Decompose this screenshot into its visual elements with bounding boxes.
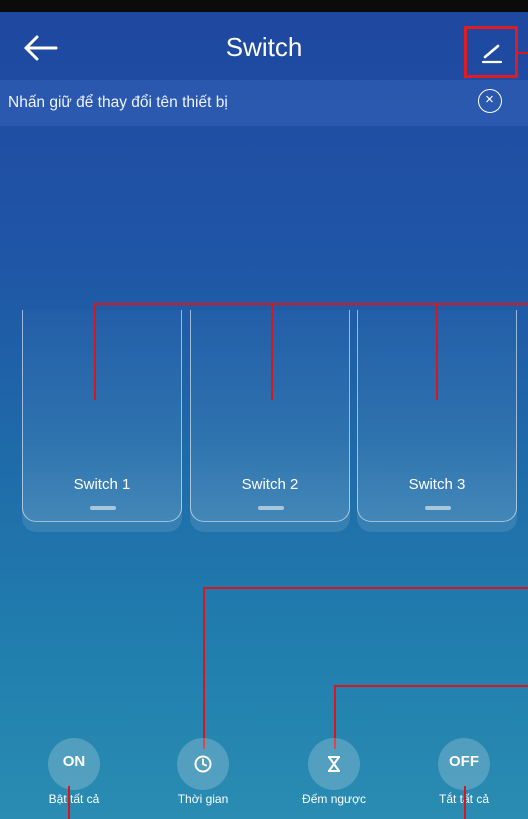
off-icon: OFF [449, 753, 479, 770]
clock-icon [194, 755, 212, 773]
hourglass-icon [328, 756, 340, 772]
on-icon: ON [62, 753, 86, 770]
switch-label: Switch 3 [408, 476, 466, 493]
rename-hint-bar: Nhấn giữ để thay đổi tên thiết bị × [0, 80, 528, 126]
close-icon: × [485, 91, 494, 108]
action-label: Bật tất cả [48, 792, 100, 806]
action-countdown[interactable]: Đếm ngược [284, 738, 384, 808]
all-off-button[interactable]: OFF [438, 738, 490, 790]
page-title: Switch [225, 32, 303, 62]
action-all-on[interactable]: ON Bật tất cả [24, 738, 124, 808]
switch-card-1[interactable]: Switch 1 [22, 310, 182, 522]
app-header: Switch [0, 12, 528, 80]
annotation-line [436, 303, 438, 400]
annotation-line [203, 587, 528, 589]
action-label: Thời gian [177, 792, 229, 806]
action-label: Đếm ngược [302, 792, 366, 806]
action-timer[interactable]: Thời gian [153, 738, 253, 808]
switch-indicator [90, 506, 116, 510]
switch-label: Switch 1 [73, 476, 131, 493]
countdown-button[interactable] [308, 738, 360, 790]
hint-close-button[interactable]: × [478, 89, 502, 113]
hint-text: Nhấn giữ để thay đổi tên thiết bị [8, 94, 228, 111]
annotation-line [68, 786, 70, 819]
annotation-line [94, 303, 96, 400]
timer-button[interactable] [177, 738, 229, 790]
annotation-line [334, 685, 528, 687]
switch-label: Switch 2 [241, 476, 299, 493]
annotation-line [94, 303, 528, 305]
switch-card-2[interactable]: Switch 2 [190, 310, 350, 522]
all-on-button[interactable]: ON [48, 738, 100, 790]
edit-button[interactable] [464, 26, 518, 78]
annotation-line [464, 786, 466, 819]
annotation-line [518, 52, 528, 54]
switch-indicator [425, 506, 451, 510]
annotation-line [203, 587, 205, 749]
pencil-icon [481, 44, 503, 64]
switch-indicator [258, 506, 284, 510]
status-bar [0, 0, 528, 12]
annotation-line [271, 303, 273, 400]
